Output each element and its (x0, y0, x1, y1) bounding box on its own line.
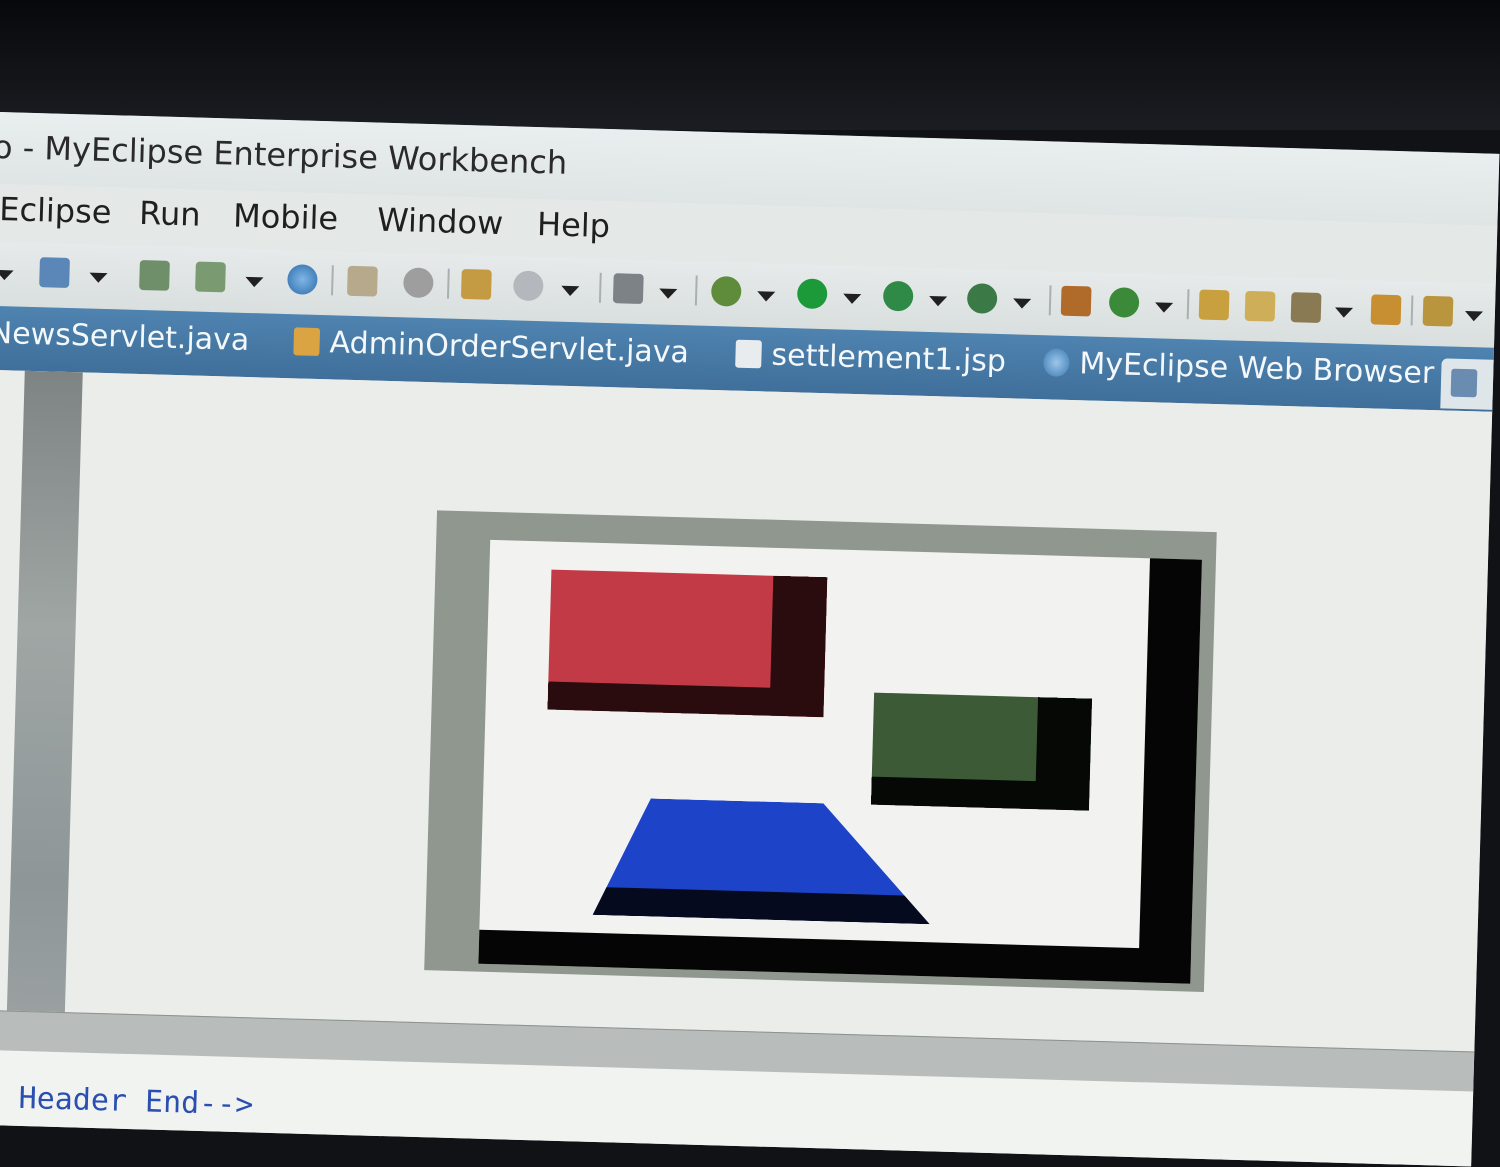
tab-news-servlet[interactable]: NewsServlet.java (0, 316, 250, 367)
dropdown-arrow-icon[interactable] (245, 276, 264, 288)
jsp-file-icon (1450, 368, 1478, 398)
toolbar-separator (598, 272, 602, 303)
run-config-icon[interactable] (882, 280, 914, 312)
preview-canvas (478, 539, 1202, 984)
menu-window[interactable]: Window (377, 201, 504, 243)
pen-icon[interactable] (1290, 292, 1322, 323)
editor-area[interactable] (0, 369, 1493, 1052)
code-line: nd Header End--> (0, 1079, 254, 1123)
folder-icon[interactable] (1244, 290, 1276, 322)
grid-icon[interactable] (1060, 285, 1092, 317)
web-service-icon[interactable] (512, 270, 544, 302)
new-wizard-icon[interactable] (39, 257, 70, 288)
globe-icon (1043, 348, 1070, 377)
dropdown-arrow-icon[interactable] (561, 285, 580, 297)
tab-settlement-jsp[interactable]: settlement1.jsp (735, 337, 1007, 389)
toolbar-separator (1048, 285, 1052, 316)
dropdown-arrow-icon[interactable] (1154, 302, 1174, 313)
toolbar-separator (446, 268, 450, 299)
dropdown-arrow-icon[interactable] (842, 293, 862, 305)
tab-label: NewsServlet.java (0, 315, 250, 359)
package-icon[interactable] (347, 265, 378, 297)
tab-overflow[interactable] (1440, 358, 1500, 411)
toolbar-separator (1410, 295, 1414, 326)
monitor-bezel (0, 0, 1500, 130)
menu-help[interactable]: Help (537, 205, 611, 245)
camera-icon[interactable] (612, 273, 644, 305)
globe-icon[interactable] (287, 264, 318, 295)
image-preview (424, 510, 1217, 992)
dropdown-arrow-icon[interactable] (0, 269, 14, 281)
open-folder-icon[interactable] (1198, 289, 1230, 321)
tab-label: settlement1.jsp (771, 337, 1007, 380)
jsp-file-icon (735, 339, 762, 369)
report-icon[interactable] (460, 268, 492, 300)
blue-shape (538, 795, 933, 924)
refresh-g-icon[interactable] (1108, 287, 1140, 318)
dropdown-arrow-icon[interactable] (89, 272, 108, 284)
deploy-icon[interactable] (139, 259, 170, 291)
toolbar-separator (331, 265, 334, 296)
tab-admin-order-servlet[interactable]: AdminOrderServlet.java (293, 324, 689, 379)
debug-icon[interactable] (710, 275, 742, 307)
menu-run[interactable]: Run (139, 194, 201, 234)
dropdown-arrow-icon[interactable] (1464, 310, 1484, 322)
folder-open-icon[interactable] (1370, 294, 1402, 326)
toolbar-separator (1186, 289, 1190, 320)
dropdown-arrow-icon[interactable] (1012, 298, 1032, 309)
server-icon[interactable] (195, 261, 226, 293)
red-rectangle (547, 569, 828, 718)
dropdown-arrow-icon[interactable] (928, 296, 948, 307)
run-icon[interactable] (796, 278, 828, 310)
tab-label: AdminOrderServlet.java (329, 325, 690, 371)
editor-gutter (6, 370, 83, 1013)
refresh-icon[interactable] (402, 267, 434, 299)
tab-label: MyEclipse Web Browser (1078, 346, 1435, 392)
run-external-icon[interactable] (966, 283, 998, 314)
dropdown-arrow-icon[interactable] (659, 288, 678, 299)
tab-web-browser[interactable]: MyEclipse Web Browser (1043, 345, 1435, 400)
menu-mobile[interactable]: Mobile (233, 197, 339, 238)
ide-window: o - MyEclipse Enterprise Workbench Eclip… (0, 112, 1500, 1167)
window-title: o - MyEclipse Enterprise Workbench (0, 127, 568, 182)
dropdown-arrow-icon[interactable] (757, 291, 776, 302)
green-rectangle (871, 692, 1093, 811)
menu-eclipse[interactable]: Eclipse (0, 190, 112, 231)
toolbar-separator (694, 275, 698, 306)
dropdown-arrow-icon[interactable] (1334, 307, 1354, 318)
download-icon[interactable] (1422, 295, 1454, 327)
java-file-icon (293, 327, 321, 357)
